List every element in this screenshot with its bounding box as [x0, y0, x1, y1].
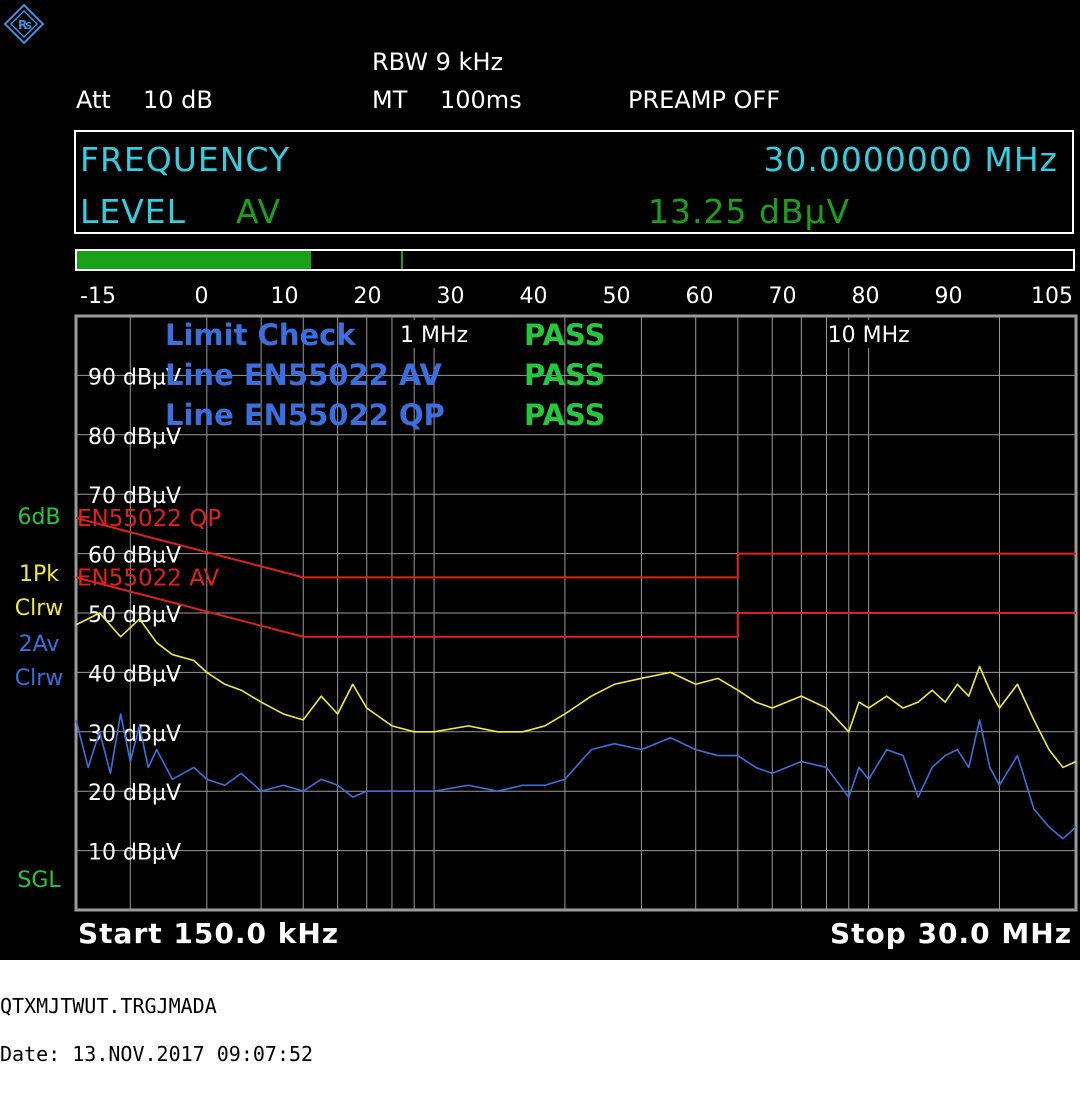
x-tick-label: 1 MHz — [400, 323, 468, 348]
y-tick-label: 10 dBµV — [88, 841, 181, 866]
limit-line-label: EN55022 QP — [77, 506, 221, 532]
limit-line-qp-label: Line EN55022 QP — [165, 398, 445, 432]
limit-line-av-label: Line EN55022 AV — [165, 358, 442, 392]
limit-check-result: PASS — [524, 318, 606, 352]
spectrum-plot: 1 MHz 10 MHz10 dBµV20 dBµV30 dBµV40 dBµV5… — [74, 314, 1078, 912]
limit-line — [75, 576, 1076, 638]
limit-line-label: EN55022 AV — [77, 565, 219, 591]
limit-line — [75, 516, 1076, 579]
limit-line-av-result: PASS — [524, 358, 606, 392]
trace-2-average — [75, 713, 1077, 840]
y-tick-label: 40 dBµV — [88, 662, 181, 687]
analyzer-screen: R S RBW 9 kHz Att 10 dB MT 100ms PREAMP … — [0, 0, 1080, 960]
stop-frequency: Stop 30.0 MHz — [829, 917, 1072, 950]
y-tick-label: 20 dBµV — [88, 781, 181, 806]
limit-check-label: Limit Check — [165, 318, 356, 352]
x-tick-label: 10 MHz — [828, 323, 910, 348]
start-frequency: Start 150.0 kHz — [78, 917, 340, 950]
print-date: Date: 13.NOV.2017 09:07:52 — [0, 1042, 314, 1066]
print-code: QTXMJTWUT.TRGJMADA — [0, 994, 217, 1018]
limit-line-qp-result: PASS — [524, 398, 606, 432]
